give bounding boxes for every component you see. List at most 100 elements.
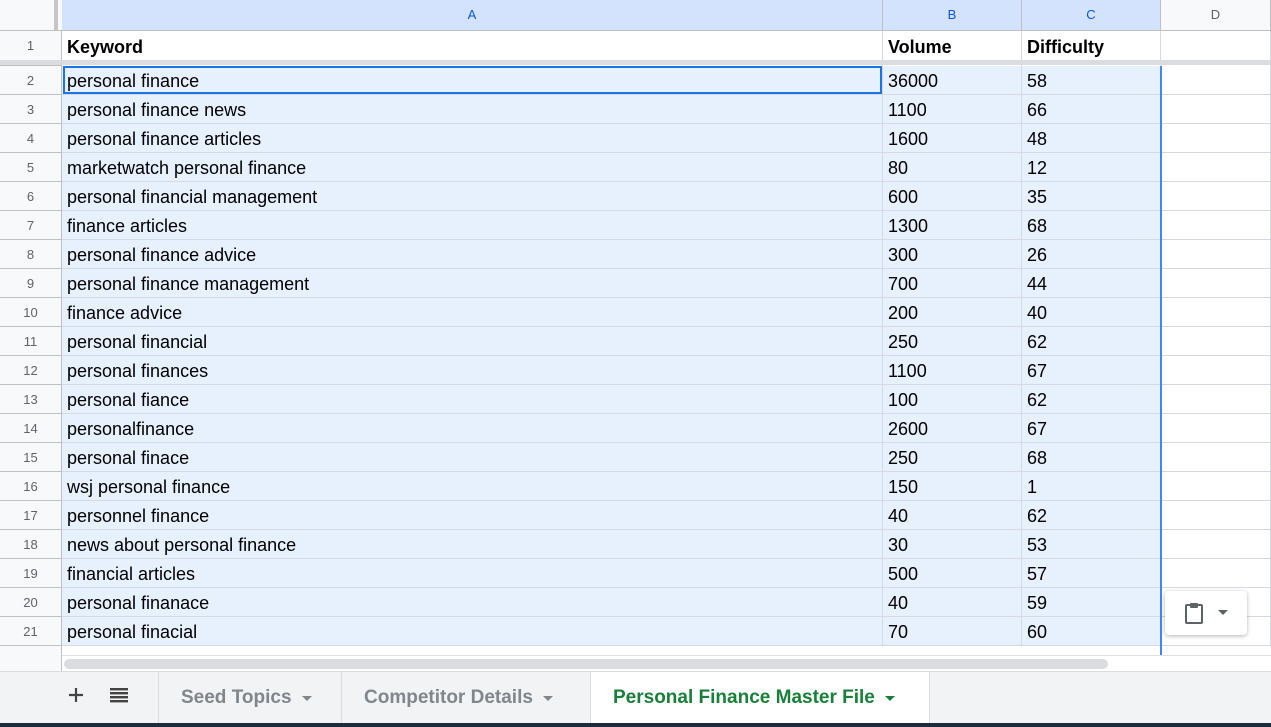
column-header-c[interactable]: C — [1022, 0, 1161, 30]
volume-cell[interactable]: 300 — [883, 240, 1022, 269]
difficulty-cell[interactable]: 68 — [1022, 211, 1161, 240]
empty-cell[interactable] — [1161, 124, 1271, 153]
volume-cell[interactable]: 36000 — [883, 66, 1022, 95]
keyword-cell[interactable]: personal finance — [62, 66, 883, 95]
volume-cell[interactable]: 1100 — [883, 356, 1022, 385]
row-number[interactable]: 4 — [0, 124, 62, 153]
empty-cell[interactable] — [1161, 472, 1271, 501]
column-header-b[interactable]: B — [883, 0, 1022, 30]
row-number[interactable]: 16 — [0, 472, 62, 501]
keyword-cell[interactable]: personal financial — [62, 327, 883, 356]
empty-cell[interactable] — [1161, 414, 1271, 443]
keyword-cell[interactable]: personal finance management — [62, 269, 883, 298]
volume-cell[interactable]: 40 — [883, 501, 1022, 530]
difficulty-cell[interactable]: 12 — [1022, 153, 1161, 182]
keyword-cell[interactable]: finance articles — [62, 211, 883, 240]
row-number[interactable]: 2 — [0, 66, 62, 95]
empty-cell[interactable] — [1161, 211, 1271, 240]
difficulty-cell[interactable]: 67 — [1022, 414, 1161, 443]
keyword-cell[interactable]: personal finance articles — [62, 124, 883, 153]
empty-cell[interactable] — [1161, 559, 1271, 588]
difficulty-cell[interactable]: 53 — [1022, 530, 1161, 559]
empty-cell[interactable] — [1161, 298, 1271, 327]
volume-cell[interactable]: 250 — [883, 327, 1022, 356]
row-number[interactable]: 14 — [0, 414, 62, 443]
keyword-cell[interactable]: personal fiance — [62, 385, 883, 414]
add-sheet-button[interactable] — [61, 682, 91, 712]
row-number[interactable]: 9 — [0, 269, 62, 298]
empty-cell[interactable] — [1161, 356, 1271, 385]
row-number[interactable]: 15 — [0, 443, 62, 472]
keyword-cell[interactable]: personal finanace — [62, 588, 883, 617]
keyword-cell[interactable]: personalfinance — [62, 414, 883, 443]
chevron-down-icon[interactable] — [301, 695, 312, 701]
row-number[interactable]: 6 — [0, 182, 62, 211]
column-header-d[interactable]: D — [1161, 0, 1271, 30]
volume-cell[interactable]: 100 — [883, 385, 1022, 414]
row-number[interactable]: 12 — [0, 356, 62, 385]
tab-seed-topics[interactable]: Seed Topics — [159, 672, 342, 724]
volume-cell[interactable]: 30 — [883, 530, 1022, 559]
difficulty-cell[interactable]: 59 — [1022, 588, 1161, 617]
volume-cell[interactable]: 2600 — [883, 414, 1022, 443]
row-number[interactable]: 8 — [0, 240, 62, 269]
empty-cell[interactable] — [1161, 501, 1271, 530]
difficulty-cell[interactable]: 60 — [1022, 617, 1161, 646]
column-header-a[interactable]: A — [62, 0, 883, 30]
volume-cell[interactable]: 1300 — [883, 211, 1022, 240]
keyword-cell[interactable]: personal finances — [62, 356, 883, 385]
difficulty-cell[interactable]: 26 — [1022, 240, 1161, 269]
keyword-cell[interactable]: wsj personal finance — [62, 472, 883, 501]
row-number[interactable]: 10 — [0, 298, 62, 327]
difficulty-cell[interactable]: 62 — [1022, 501, 1161, 530]
volume-cell[interactable]: 70 — [883, 617, 1022, 646]
row-number[interactable]: 3 — [0, 95, 62, 124]
empty-cell[interactable] — [1161, 327, 1271, 356]
volume-cell[interactable]: 40 — [883, 588, 1022, 617]
empty-cell[interactable] — [1161, 269, 1271, 298]
difficulty-cell[interactable]: 67 — [1022, 356, 1161, 385]
difficulty-cell[interactable]: 44 — [1022, 269, 1161, 298]
row-number[interactable]: 11 — [0, 327, 62, 356]
keyword-cell[interactable]: finance advice — [62, 298, 883, 327]
keyword-cell[interactable]: personal financial management — [62, 182, 883, 211]
empty-cell[interactable] — [1161, 385, 1271, 414]
volume-cell[interactable]: 80 — [883, 153, 1022, 182]
difficulty-cell[interactable]: 35 — [1022, 182, 1161, 211]
row-number[interactable]: 20 — [0, 588, 62, 617]
row-number[interactable]: 21 — [0, 617, 62, 646]
row-number[interactable]: 17 — [0, 501, 62, 530]
difficulty-cell[interactable]: 1 — [1022, 472, 1161, 501]
volume-cell[interactable]: 200 — [883, 298, 1022, 327]
empty-cell[interactable] — [1161, 66, 1271, 95]
volume-cell[interactable]: 600 — [883, 182, 1022, 211]
paste-options-popup[interactable] — [1165, 591, 1247, 635]
difficulty-cell[interactable]: 62 — [1022, 327, 1161, 356]
row-number[interactable]: 19 — [0, 559, 62, 588]
empty-cell[interactable] — [1161, 153, 1271, 182]
empty-cell[interactable] — [1161, 95, 1271, 124]
horizontal-scrollbar-thumb[interactable] — [64, 659, 1108, 669]
keyword-cell[interactable]: financial articles — [62, 559, 883, 588]
empty-cell[interactable] — [1161, 240, 1271, 269]
clipboard-icon[interactable] — [1183, 601, 1205, 625]
chevron-down-icon[interactable] — [884, 695, 895, 701]
volume-cell[interactable]: 1100 — [883, 95, 1022, 124]
row-number[interactable]: 7 — [0, 211, 62, 240]
volume-cell[interactable]: 1600 — [883, 124, 1022, 153]
row-number[interactable]: 5 — [0, 153, 62, 182]
select-all-corner[interactable] — [0, 0, 58, 30]
difficulty-cell[interactable]: 68 — [1022, 443, 1161, 472]
volume-cell[interactable]: 250 — [883, 443, 1022, 472]
caret-down-icon[interactable] — [1217, 609, 1229, 617]
keyword-cell[interactable]: personal finance advice — [62, 240, 883, 269]
freeze-divider[interactable] — [0, 60, 62, 65]
volume-cell[interactable]: 700 — [883, 269, 1022, 298]
empty-cell[interactable] — [1161, 182, 1271, 211]
tab-personal-finance-master-file[interactable]: Personal Finance Master File — [590, 672, 930, 724]
keyword-cell[interactable]: personal finacial — [62, 617, 883, 646]
volume-cell[interactable]: 500 — [883, 559, 1022, 588]
difficulty-cell[interactable]: 40 — [1022, 298, 1161, 327]
difficulty-cell[interactable]: 58 — [1022, 66, 1161, 95]
keyword-cell[interactable]: personnel finance — [62, 501, 883, 530]
